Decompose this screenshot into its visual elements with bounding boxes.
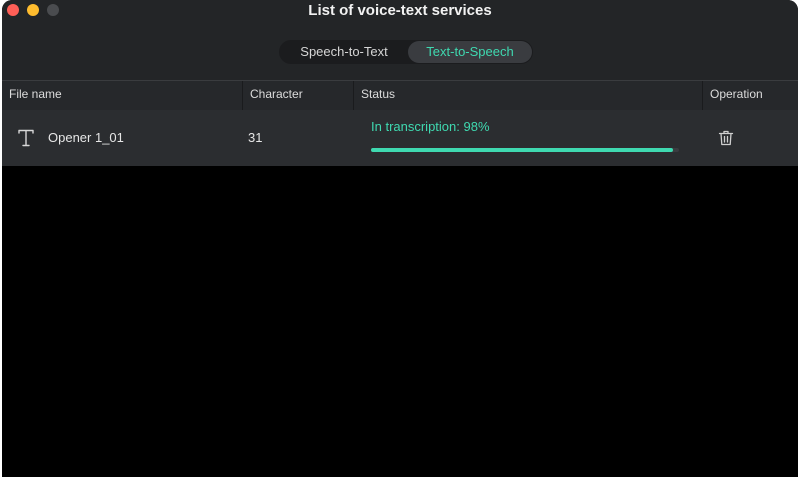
column-header-operation: Operation [702, 81, 798, 110]
trash-icon[interactable] [718, 130, 734, 146]
service-tabs: Speech-to-Text Text-to-Speech [279, 40, 533, 64]
table-header: File name Character Status Operation [2, 81, 798, 110]
window-title: List of voice-text services [308, 2, 492, 19]
column-header-status: Status [353, 81, 702, 110]
file-name-cell: Opener 1_01 [48, 130, 124, 145]
tab-text-to-speech[interactable]: Text-to-Speech [408, 41, 532, 63]
table-row[interactable]: Opener 1_01 31 In transcription: 98% [2, 110, 798, 166]
app-window: List of voice-text services Speech-to-Te… [2, 0, 798, 477]
column-header-file-name: File name [9, 87, 62, 101]
text-type-icon [18, 129, 34, 147]
status-text: In transcription: 98% [371, 119, 490, 134]
transcription-progress-bar [371, 148, 679, 152]
progress-bar-fill [371, 148, 673, 152]
character-count-cell: 31 [248, 130, 263, 145]
column-header-character: Character [242, 81, 353, 110]
tab-speech-to-text[interactable]: Speech-to-Text [281, 41, 407, 63]
title-bar: List of voice-text services Speech-to-Te… [2, 0, 798, 81]
